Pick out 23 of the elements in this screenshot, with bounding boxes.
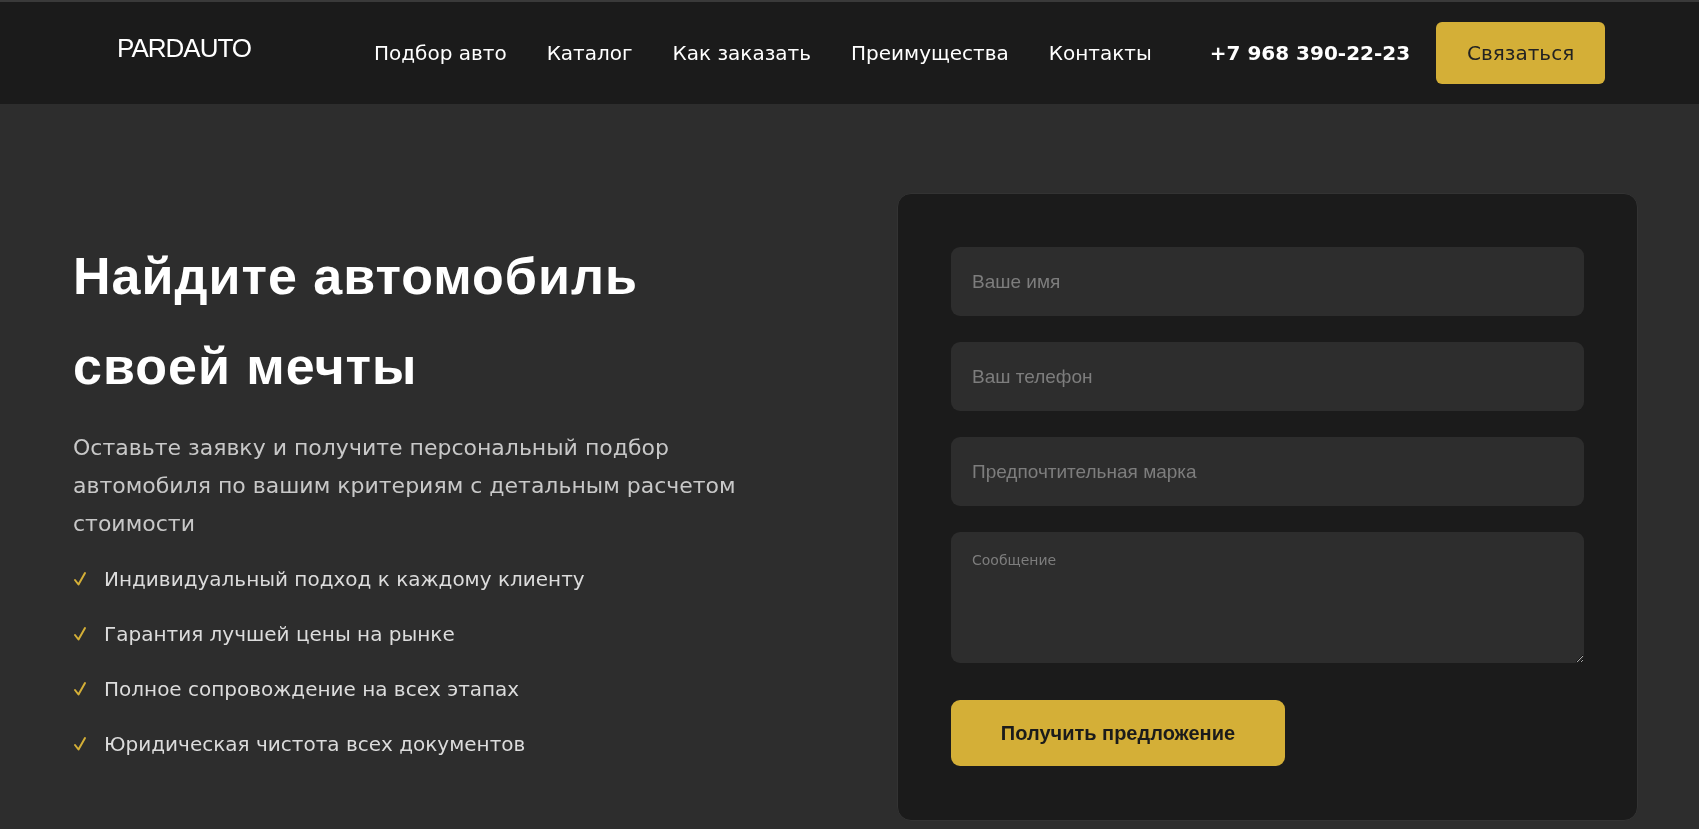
- feature-text: Гарантия лучшей цены на рынке: [104, 622, 455, 646]
- feature-text: Полное сопровождение на всех этапах: [104, 677, 520, 701]
- contact-button[interactable]: Связаться: [1436, 22, 1606, 84]
- check-icon: [73, 571, 87, 587]
- input-field[interactable]: Ваш телефон: [951, 342, 1584, 411]
- check-icon: [73, 626, 87, 642]
- nav-link[interactable]: Каталог: [546, 41, 633, 65]
- check-icon: [73, 681, 87, 697]
- feature-text: Индивидуальный подход к каждому клиенту: [104, 567, 585, 591]
- hero-heading: Найдите автомобиль своей мечты: [73, 246, 639, 397]
- phone-link[interactable]: +7 968 390-22-23: [1209, 41, 1411, 65]
- logo[interactable]: PARDAUTO: [117, 32, 267, 64]
- input-field[interactable]: Предпочтительная марка: [951, 437, 1584, 506]
- nav-link[interactable]: Преимущества: [851, 41, 1009, 65]
- nav-link[interactable]: Подбор авто: [374, 41, 507, 65]
- nav-link[interactable]: Как заказать: [672, 41, 811, 65]
- check-icon: [73, 736, 87, 752]
- submit-button[interactable]: Получить предложение: [951, 700, 1285, 766]
- message-field[interactable]: Сообщение: [951, 532, 1584, 663]
- hero-subtitle: Оставьте заявку и получите персональный подбор автомобиля по вашим критериям с детальным расчетом стоимости: [73, 434, 737, 538]
- feature-text: Юридическая чистота всех документов: [104, 732, 526, 756]
- nav-link[interactable]: Контакты: [1048, 41, 1152, 65]
- input-field[interactable]: Ваше имя: [951, 247, 1584, 316]
